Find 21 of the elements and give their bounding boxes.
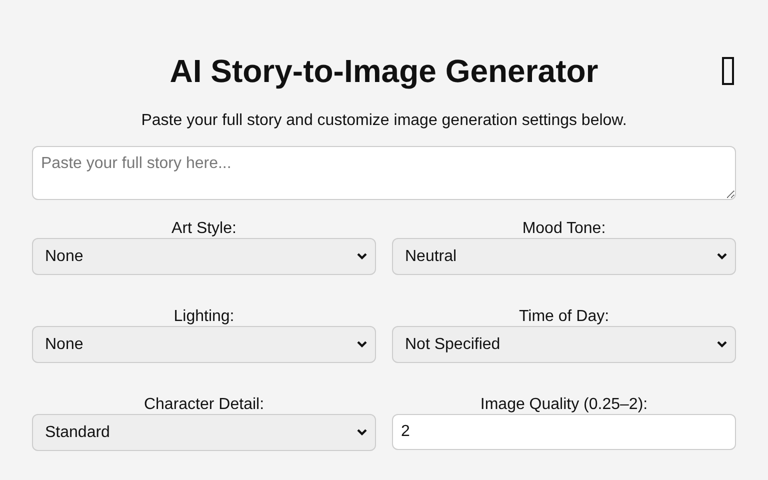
chevron-icon [357,253,367,260]
field-label: Character Detail: [144,395,264,414]
chevron-icon [717,253,727,260]
field-label: Time of Day: [518,307,610,326]
dropdown[interactable]: Neutral [392,238,736,275]
dropdown[interactable]: None [32,238,376,275]
chevron-icon [357,341,367,348]
field-label: Art Style: [172,219,236,238]
dropdown[interactable]: Standard [32,414,376,451]
story-field[interactable]: Paste your full story here... [32,146,736,200]
subtitle: Paste your full story and customize image generation settings below. [140,111,628,131]
box-icon [722,57,734,85]
page-title: AI Story-to-Image Generator [170,52,598,91]
field-label: Mood Tone: [522,219,606,238]
chevron-icon [717,341,727,348]
field-label: Image Quality (0.25–2): [480,395,648,414]
number-field[interactable]: 2 [392,414,736,450]
dropdown[interactable]: Not Specified [392,326,736,363]
chevron-icon [357,429,367,436]
field-label: Lighting: [174,307,234,326]
dropdown[interactable]: None [32,326,376,363]
